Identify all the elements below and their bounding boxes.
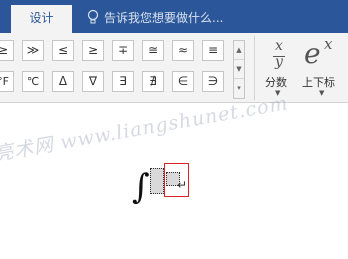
script-base: e	[304, 37, 321, 70]
tell-me-placeholder: 告诉我您想要做什么...	[104, 10, 224, 25]
tab-design[interactable]: 设计	[11, 5, 72, 33]
symbol-exists[interactable]: ∃	[112, 71, 134, 92]
integral-symbol: ∫	[132, 167, 150, 207]
symbol-congruent[interactable]: ≅	[142, 40, 164, 61]
paragraph-mark: ↵	[177, 178, 188, 192]
group-separator	[254, 36, 255, 100]
script-superscript: x	[324, 35, 333, 53]
symbol-contains[interactable]: ∋	[202, 71, 224, 92]
symbol-delta[interactable]: Δ	[52, 71, 74, 92]
symbol-fahrenheit[interactable]: °F	[0, 71, 14, 92]
symbol-element-of[interactable]: ∈	[172, 71, 194, 92]
script-label: 上下标	[302, 76, 335, 89]
fraction-numerator: x	[275, 38, 283, 54]
symbol-minus-plus[interactable]: ∓	[112, 40, 134, 61]
lightbulb-icon	[87, 9, 99, 24]
chevron-up-icon[interactable]: ▲	[234, 41, 244, 60]
script-button[interactable]: e x 上下标 ▼	[298, 35, 346, 97]
symbol-gallery: ≥ ≫ ≤ ≥ ∓ ≅ ≈ ≡ °F ℃ Δ ∇ ∃ ∄ ∈ ∋	[0, 40, 232, 98]
symbol-much-greater[interactable]: ≫	[22, 40, 44, 61]
fraction-icon: x y	[262, 37, 296, 73]
ribbon-tab-bar: 设计 告诉我您想要做什么...	[0, 0, 348, 33]
symbol-not-exists[interactable]: ∄	[142, 71, 164, 92]
symbol-celsius[interactable]: ℃	[22, 71, 44, 92]
chevron-down-icon: ▼	[319, 89, 325, 97]
ribbon-design-panel: ≥ ≫ ≤ ≥ ∓ ≅ ≈ ≡ °F ℃ Δ ∇ ∃ ∄ ∈ ∋ ▲ ▼ ▾ x…	[0, 33, 348, 103]
symbol-approx[interactable]: ≈	[172, 40, 194, 61]
symbol-leq[interactable]: ≤	[52, 40, 74, 61]
fraction-denominator: y	[275, 54, 283, 70]
integral-argument-placeholder[interactable]	[150, 168, 164, 194]
gallery-scrollbar[interactable]: ▲ ▼ ▾	[233, 40, 245, 99]
symbol-geq-2[interactable]: ≥	[82, 40, 104, 61]
symbol-geq[interactable]: ≥	[0, 40, 14, 61]
fraction-button[interactable]: x y 分数 ▼	[262, 37, 296, 97]
symbol-nabla[interactable]: ∇	[82, 71, 104, 92]
chevron-down-icon[interactable]: ▼	[234, 60, 244, 79]
symbol-identical[interactable]: ≡	[202, 40, 224, 61]
tell-me-box[interactable]: 告诉我您想要做什么...	[86, 8, 223, 26]
